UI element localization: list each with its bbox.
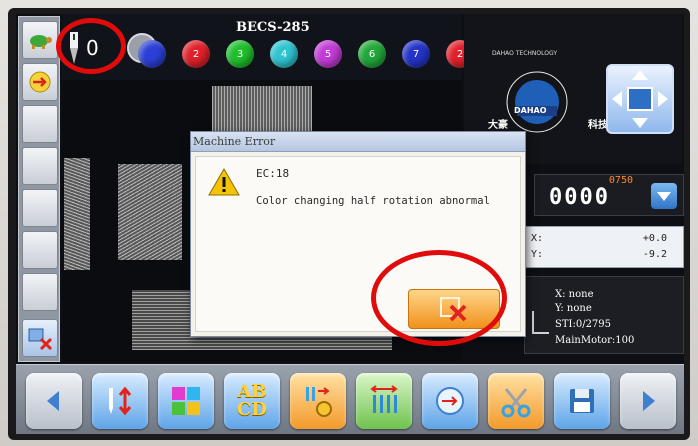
- multi-needle-button[interactable]: [356, 373, 412, 429]
- color-palette-button[interactable]: [158, 373, 214, 429]
- next-page-button[interactable]: [620, 373, 676, 429]
- annotation-circle-close: [371, 250, 507, 346]
- direction-arrows-icon: [612, 70, 668, 128]
- stitch-block-left: [64, 158, 90, 270]
- brand-name-left: 大豪: [488, 120, 508, 131]
- left-toolbar-button-4[interactable]: [22, 147, 58, 185]
- error-code: EC:18: [256, 167, 290, 180]
- chevron-down-icon: [657, 192, 671, 201]
- dialog-title: Machine Error: [191, 132, 525, 152]
- frame-move-button[interactable]: [22, 63, 58, 101]
- turtle-slow-button[interactable]: [22, 21, 58, 59]
- scissors-icon: [501, 388, 531, 418]
- stitch-block-k: [118, 164, 182, 260]
- needles-icon: [370, 385, 398, 413]
- needle-color-7[interactable]: 7: [402, 40, 430, 68]
- x-value: +0.0: [642, 233, 667, 244]
- left-toolbar: [18, 16, 60, 362]
- needle-color-5[interactable]: 5: [314, 40, 342, 68]
- pattern-cancel-icon: [28, 328, 53, 350]
- prev-page-button[interactable]: [26, 373, 82, 429]
- x-position-row: X: +0.0: [531, 233, 681, 244]
- machine-screen: 0 BECS-285 2345672 DAHAO DAHAO TECHNOLOG…: [16, 14, 684, 434]
- machine-status-panel: X: none Y: none STI:0/2795 MainMotor:100: [524, 276, 684, 354]
- needle-color-4[interactable]: 4: [270, 40, 298, 68]
- needle-settings-button[interactable]: [290, 373, 346, 429]
- brand-name-right: 科技: [588, 120, 608, 131]
- status-stitches: STI:0/2795: [555, 319, 612, 330]
- needle-color-3[interactable]: 3: [226, 40, 254, 68]
- needle-arrows-icon: [109, 386, 132, 416]
- needle-adjust-button[interactable]: [92, 373, 148, 429]
- needle-gear-icon: [306, 387, 332, 417]
- left-toolbar-button-3[interactable]: [22, 105, 58, 143]
- axis-icon: [532, 311, 549, 334]
- puzzle-colors-icon: [172, 387, 200, 415]
- left-toolbar-button-7[interactable]: [22, 273, 58, 311]
- error-message: Color changing half rotation abnormal: [256, 195, 490, 207]
- logo-ring-text: DAHAO TECHNOLOGY: [492, 50, 557, 57]
- counter-small-value: 0750: [608, 175, 633, 186]
- stitch-return-icon: [436, 387, 464, 415]
- arrow-right-icon: [643, 391, 655, 411]
- abcd-icon: AB CD: [237, 383, 267, 419]
- cancel-pattern-button[interactable]: [22, 319, 58, 357]
- trim-button[interactable]: [488, 373, 544, 429]
- abcd-bottom: CD: [237, 399, 267, 420]
- y-label: Y:: [531, 249, 544, 260]
- floppy-disk-icon: [570, 389, 594, 413]
- stitch-return-button[interactable]: [422, 373, 478, 429]
- frame-arrow-icon: [29, 71, 51, 93]
- needle-color-2[interactable]: 2: [182, 40, 210, 68]
- annotation-circle-needle: [56, 18, 126, 74]
- x-label: X:: [531, 233, 544, 244]
- y-position-row: Y: -9.2: [531, 249, 681, 260]
- needle-color-1[interactable]: [138, 40, 166, 68]
- turtle-icon: [30, 35, 52, 49]
- frame-direction-pad[interactable]: [606, 64, 674, 134]
- stitch-counter-panel: 0750 0000: [534, 174, 684, 216]
- left-toolbar-button-5[interactable]: [22, 189, 58, 227]
- status-x: X: none: [555, 289, 594, 300]
- save-button[interactable]: [554, 373, 610, 429]
- counter-dropdown-button[interactable]: [651, 183, 677, 209]
- position-panel: X: +0.0 Y: -9.2: [524, 226, 684, 268]
- y-value: -9.2: [642, 249, 667, 260]
- status-y: Y: none: [555, 303, 592, 314]
- status-main-motor: MainMotor:100: [555, 335, 635, 346]
- warning-icon: [208, 167, 240, 196]
- counter-big-value: 0000: [549, 185, 610, 210]
- bottom-toolbar: AB CD: [16, 364, 684, 434]
- needle-color-6[interactable]: 6: [358, 40, 386, 68]
- left-toolbar-button-6[interactable]: [22, 231, 58, 269]
- machine-model-label: BECS-285: [236, 20, 310, 35]
- text-pattern-button[interactable]: AB CD: [224, 373, 280, 429]
- arrow-left-icon: [47, 391, 59, 411]
- logo-text: DAHAO: [514, 106, 547, 115]
